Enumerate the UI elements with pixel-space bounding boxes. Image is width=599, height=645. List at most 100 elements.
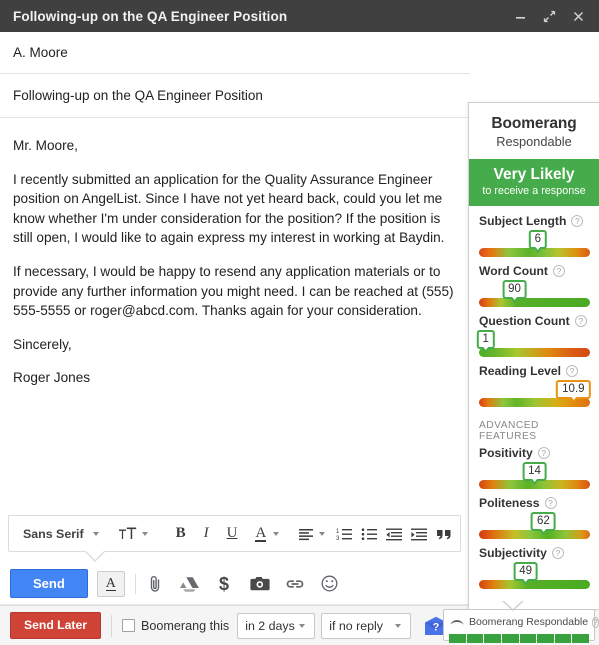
respondable-widget-row: Boomerang Respondable ?: [449, 613, 599, 631]
insert-photo-icon[interactable]: [250, 574, 270, 594]
help-icon[interactable]: ?: [574, 315, 587, 327]
boomerang-condition-dropdown[interactable]: if no reply: [321, 612, 412, 639]
insert-money-icon[interactable]: $: [215, 574, 235, 594]
boomerang-condition-value: if no reply: [329, 618, 383, 633]
help-icon[interactable]: ?: [566, 365, 578, 377]
chevron-down-icon: [319, 531, 326, 536]
expand-button[interactable]: [536, 3, 562, 29]
quote-button[interactable]: [432, 519, 457, 549]
verdict-banner: Very Likely to receive a response: [469, 159, 599, 206]
send-row-icons: $: [145, 574, 340, 594]
font-family-label: Sans Serif: [23, 526, 84, 541]
help-icon[interactable]: ?: [537, 447, 550, 459]
toggle-formatting-button[interactable]: A: [96, 570, 125, 597]
google-drive-icon[interactable]: [180, 574, 200, 594]
formatting-toolbar: Sans Serif B I U A 13: [8, 515, 491, 552]
panel-title: Boomerang: [491, 115, 577, 132]
metric-politeness: Politeness ? 62: [479, 496, 590, 539]
metric-label: Subject Length: [479, 214, 567, 228]
insert-link-icon[interactable]: [285, 574, 305, 594]
metric-gauge: [479, 298, 590, 307]
metric-label: Question Count: [479, 314, 570, 328]
insert-emoji-icon[interactable]: [320, 574, 340, 594]
score-segment: [484, 634, 501, 643]
indent-increase-button[interactable]: [407, 519, 432, 549]
window-title: Following-up on the QA Engineer Position: [13, 8, 288, 24]
metric-value-bubble: 49: [513, 562, 539, 581]
chevron-down-icon: [299, 623, 306, 628]
boomerang-when-value: in 2 days: [245, 618, 295, 633]
metric-value-bubble: 1: [476, 330, 495, 349]
send-later-button[interactable]: Send Later: [10, 612, 101, 639]
send-row: Send A $: [0, 563, 470, 605]
chevron-up-icon[interactable]: [449, 613, 465, 631]
numbered-list-button[interactable]: 13: [332, 519, 357, 549]
underline-button[interactable]: U: [218, 519, 247, 549]
chevron-down-icon: [141, 531, 148, 536]
metric-question-count: Question Count ? 1: [476, 314, 590, 357]
subject-field[interactable]: Following-up on the QA Engineer Position: [0, 74, 470, 118]
metric-label: Subjectivity: [479, 546, 547, 560]
svg-text:$: $: [219, 574, 229, 593]
body-paragraph: I recently submitted an application for …: [13, 171, 445, 246]
respondable-widget[interactable]: Boomerang Respondable ?: [443, 609, 599, 643]
boomerang-when-dropdown[interactable]: in 2 days: [237, 612, 316, 639]
svg-text:?: ?: [433, 622, 440, 634]
metric-value-bubble: 14: [522, 462, 547, 481]
attach-file-icon[interactable]: [145, 574, 165, 594]
send-button[interactable]: Send: [10, 569, 88, 598]
toolbar-pointer-inner: [85, 550, 105, 560]
metric-gauge: [479, 348, 590, 357]
metric-subject-length: Subject Length ? 6: [479, 214, 590, 257]
metric-gauge: [479, 580, 590, 589]
font-size-button[interactable]: [114, 519, 155, 549]
metric-reading-level: Reading Level ? 10.9: [479, 364, 591, 407]
svg-text:3: 3: [336, 536, 340, 541]
metric-value-bubble: 62: [530, 512, 556, 531]
metric-positivity: Positivity ? 14: [479, 446, 590, 489]
advanced-features-header: ADVANCED FEATURES: [479, 420, 539, 442]
metric-value-bubble: 90: [502, 280, 527, 299]
send-row-divider: [134, 573, 136, 594]
score-segment: [519, 634, 537, 643]
italic-label: I: [203, 525, 209, 541]
score-segment: [466, 634, 484, 643]
panel-header: Boomerang Respondable: [469, 103, 599, 159]
subject-value: Following-up on the QA Engineer Position: [13, 88, 263, 103]
close-button[interactable]: [565, 3, 591, 29]
help-icon[interactable]: ?: [544, 497, 557, 509]
font-family-dropdown[interactable]: Sans Serif: [13, 519, 102, 549]
score-segment: [554, 634, 572, 643]
window-controls: [507, 3, 591, 29]
boomerang-this-label: Boomerang this: [141, 618, 230, 633]
verdict-sub-text: to receive a response: [482, 185, 586, 197]
chevron-down-icon: [273, 531, 280, 536]
body-paragraph: Sincerely,: [13, 336, 72, 352]
help-icon[interactable]: ?: [552, 265, 565, 277]
score-segment: [501, 634, 519, 643]
bulleted-list-button[interactable]: [357, 519, 382, 549]
chevron-down-icon: [92, 531, 99, 536]
score-segment: [449, 634, 466, 643]
help-icon[interactable]: ?: [571, 215, 584, 227]
text-color-button[interactable]: A: [246, 519, 268, 549]
metric-value-bubble: 10.9: [556, 380, 591, 399]
boomerang-this-checkbox[interactable]: [122, 619, 135, 632]
metric-label: Reading Level: [479, 364, 561, 378]
message-body[interactable]: Mr. Moore, I recently submitted an appli…: [0, 118, 470, 510]
minimize-button[interactable]: [507, 3, 533, 29]
bold-button[interactable]: B: [167, 519, 195, 549]
help-icon[interactable]: ?: [551, 547, 564, 559]
recipient-field[interactable]: A. Moore: [0, 32, 470, 74]
text-color-label: A: [255, 524, 267, 542]
indent-decrease-button[interactable]: [382, 519, 407, 549]
panel-subtitle: Respondable: [496, 134, 572, 149]
chevron-down-icon: [395, 623, 402, 628]
metric-value-bubble: 6: [528, 230, 548, 249]
recipient-value: A. Moore: [13, 45, 68, 60]
help-icon[interactable]: ?: [592, 616, 599, 628]
align-button[interactable]: [294, 519, 332, 549]
italic-button[interactable]: I: [195, 519, 218, 549]
respondable-widget-label: Boomerang Respondable: [469, 616, 589, 628]
body-paragraph: Mr. Moore,: [13, 138, 78, 153]
